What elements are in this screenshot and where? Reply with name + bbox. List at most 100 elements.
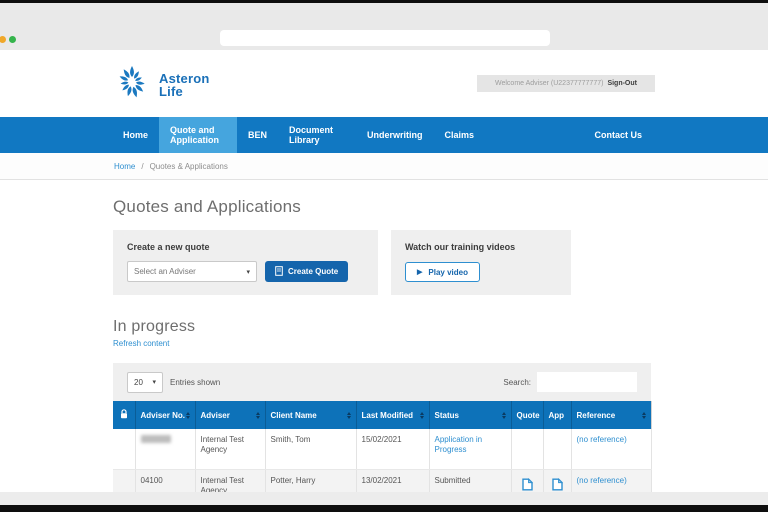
play-video-button-label: Play video (428, 268, 468, 277)
main-content: Quotes and Applications Create a new quo… (0, 180, 768, 492)
status-cell: Submitted (429, 469, 511, 492)
sign-out-link[interactable]: Sign-Out (607, 80, 637, 87)
column-header-label: App (549, 411, 565, 420)
frame-bottom-strip (0, 492, 768, 505)
play-icon: ▶ (417, 268, 422, 276)
nav-item-label: Underwriting (367, 130, 423, 140)
quote-document-icon[interactable] (522, 484, 533, 493)
document-icon (275, 266, 283, 278)
address-bar[interactable] (220, 30, 550, 46)
app-document-icon[interactable] (552, 484, 563, 493)
search-input[interactable] (537, 372, 637, 392)
sort-icon (256, 412, 260, 419)
table-header-row: Adviser No. Adviser Client Name Last Modifi… (113, 401, 651, 429)
nav-item-quote-and-application[interactable]: Quote and Application (159, 117, 237, 153)
entries-shown-value: 20 (134, 378, 143, 387)
fullscreen-traffic-light[interactable] (9, 36, 16, 43)
column-header-adviser[interactable]: Adviser (195, 401, 265, 429)
screenshot-frame: Asteron Life Welcome Adviser (U223777777… (0, 0, 768, 512)
column-header-status[interactable]: Status (429, 401, 511, 429)
nav-item-contact-us[interactable]: Contact Us (583, 117, 653, 153)
column-header-label: Adviser (201, 411, 230, 420)
create-quote-button[interactable]: Create Quote (265, 261, 348, 282)
welcome-text: Welcome Adviser (U22377777777) (495, 80, 603, 87)
nav-item-underwriting[interactable]: Underwriting (356, 117, 434, 153)
client-name-cell: Smith, Tom (265, 429, 356, 469)
table-row: 04100 Internal Test AgencyPotter, Harry13… (113, 469, 651, 492)
entries-shown-label: Entries shown (170, 378, 220, 387)
column-header-quote[interactable]: Quote (511, 401, 543, 429)
browser-chrome (0, 3, 768, 50)
adviser-number: 04100 (141, 476, 163, 485)
create-quote-card: Create a new quote Select an Adviser ▾ C… (113, 230, 378, 295)
column-header-reference[interactable]: Reference (571, 401, 651, 429)
sort-icon (642, 412, 646, 419)
column-header-last-modified[interactable]: Last Modified (356, 401, 429, 429)
last-modified-cell: 15/02/2021 (356, 429, 429, 469)
quote-cell[interactable] (511, 469, 543, 492)
action-cards: Create a new quote Select an Adviser ▾ C… (113, 230, 768, 295)
table-row: Internal Test AgencySmith, Tom15/02/2021… (113, 429, 651, 469)
nav-item-label: Claims (445, 130, 475, 140)
last-modified-cell: 13/02/2021 (356, 469, 429, 492)
column-header-app[interactable]: App (543, 401, 571, 429)
logo-text: Asteron Life (159, 72, 210, 98)
reference-link[interactable]: (no reference) (577, 435, 627, 444)
column-header-adviser-no-[interactable]: Adviser No. (135, 401, 195, 429)
sort-icon (502, 412, 506, 419)
status-link[interactable]: Application in Progress (435, 435, 483, 454)
column-header-label: Status (435, 411, 459, 420)
column-header-label: Adviser No. (141, 411, 185, 420)
frame-bottom-bar (0, 505, 768, 512)
status-text: Submitted (435, 476, 471, 485)
column-header-label: Last Modified (362, 411, 414, 420)
sort-icon (420, 412, 424, 419)
nav-item-ben[interactable]: BEN (237, 117, 278, 153)
nav-item-document-library[interactable]: Document Library (278, 117, 356, 153)
create-quote-button-label: Create Quote (288, 267, 338, 276)
nav-item-label: Document Library (289, 125, 345, 145)
adviser-no-cell (135, 429, 195, 469)
chevron-down-icon: ▾ (246, 268, 250, 276)
reference-cell[interactable]: (no reference) (571, 429, 651, 469)
lock-column-header (113, 401, 135, 429)
training-videos-card: Watch our training videos ▶ Play video (391, 230, 571, 295)
reference-cell[interactable]: (no reference) (571, 469, 651, 492)
in-progress-heading: In progress (113, 318, 768, 336)
welcome-bar: Welcome Adviser (U22377777777) Sign-Out (477, 75, 655, 92)
adviser-select[interactable]: Select an Adviser ▾ (127, 261, 257, 282)
nav-item-home[interactable]: Home (112, 117, 159, 153)
play-video-button[interactable]: ▶ Play video (405, 262, 480, 282)
nav-item-claims[interactable]: Claims (434, 117, 486, 153)
app-cell[interactable] (543, 469, 571, 492)
in-progress-table-panel: 20 ▾ Entries shown Search: Adviser No.Ad… (113, 363, 651, 492)
breadcrumb-home-link[interactable]: Home (114, 162, 135, 171)
redacted-adviser-number (141, 435, 171, 443)
starburst-logo-icon (112, 62, 152, 107)
main-nav: Home Quote and Application BEN Document Lib… (0, 117, 768, 153)
search-label: Search: (503, 378, 531, 387)
training-card-title: Watch our training videos (405, 242, 557, 252)
entries-shown-select[interactable]: 20 ▾ (127, 372, 163, 393)
client-name-cell: Potter, Harry (265, 469, 356, 492)
sort-icon (347, 412, 351, 419)
reference-link[interactable]: (no reference) (577, 476, 627, 485)
breadcrumb-current: Quotes & Applications (150, 162, 228, 171)
status-cell[interactable]: Application in Progress (429, 429, 511, 469)
column-header-client-name[interactable]: Client Name (265, 401, 356, 429)
breadcrumb: Home / Quotes & Applications (0, 153, 768, 180)
in-progress-table: Adviser No. Adviser Client Name Last Modifi… (113, 401, 652, 492)
lock-cell (113, 469, 135, 492)
column-header-label: Client Name (271, 411, 317, 420)
refresh-content-link[interactable]: Refresh content (113, 339, 768, 348)
nav-item-label: BEN (248, 130, 267, 140)
asteron-life-logo[interactable]: Asteron Life (112, 62, 210, 107)
chevron-down-icon: ▾ (152, 378, 156, 386)
adviser-cell: Internal Test Agency (195, 469, 265, 492)
nav-item-label: Home (123, 130, 148, 140)
site-header: Asteron Life Welcome Adviser (U223777777… (0, 50, 768, 117)
minimize-traffic-light[interactable] (0, 36, 6, 43)
adviser-no-cell: 04100 (135, 469, 195, 492)
create-quote-card-title: Create a new quote (127, 242, 364, 252)
adviser-cell: Internal Test Agency (195, 429, 265, 469)
